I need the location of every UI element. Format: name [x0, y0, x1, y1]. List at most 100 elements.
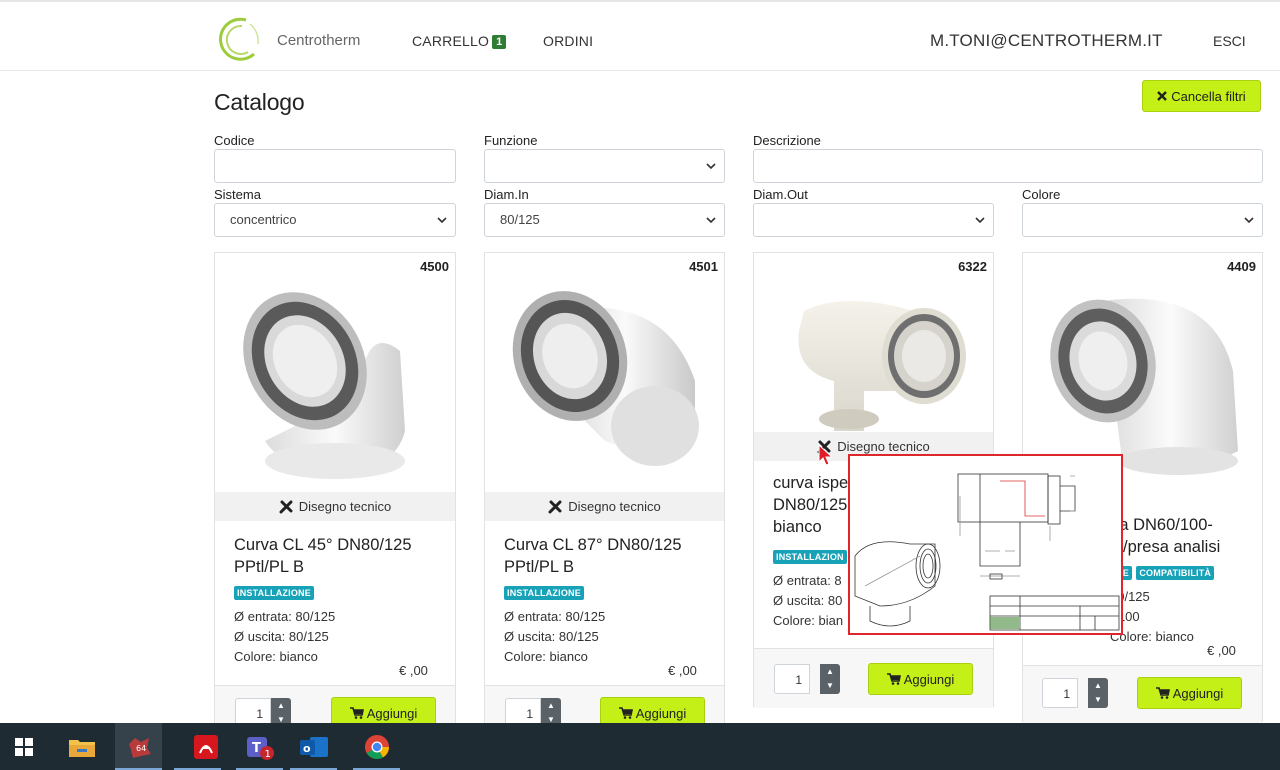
tools-icon	[279, 500, 293, 513]
technical-drawing-label: Disegno tecnico	[298, 499, 392, 514]
spec-color: Colore: bianco	[504, 649, 588, 664]
descrizione-label: Descrizione	[753, 133, 821, 148]
cart-count-badge: 1	[492, 35, 507, 49]
codice-label: Codice	[214, 133, 255, 148]
svg-text:64: 64	[136, 744, 146, 753]
product-name[interactable]: curva ispe DN80/125 bianco	[773, 472, 848, 538]
add-to-cart-button[interactable]: Aggiungi	[868, 663, 973, 695]
product-specs: Ø entrata: 80/125 Ø uscita: 80/125 Color…	[234, 607, 335, 667]
file-explorer-icon[interactable]	[58, 723, 105, 770]
svg-text:1: 1	[264, 749, 270, 760]
diam-in-label: Diam.In	[484, 187, 529, 202]
spec-inlet: Ø entrata: 8	[773, 573, 842, 588]
sistema-label: Sistema	[214, 187, 261, 202]
centrotherm-logo-icon[interactable]	[214, 14, 264, 64]
mouse-pointer-icon	[818, 444, 834, 466]
chevron-down-icon	[437, 217, 447, 224]
product-image[interactable]	[495, 281, 715, 491]
cart-icon	[1155, 687, 1170, 699]
page: Centrotherm CARRELLO 1 ORDINI M.TONI@CENT…	[0, 0, 1280, 770]
acrobat-icon[interactable]	[182, 723, 229, 770]
quantity-stepper[interactable]: ▲ ▼	[1088, 678, 1108, 708]
tag-row: INSTALLAZIONE	[504, 583, 584, 601]
technical-drawing-link[interactable]: Disegno tecnico	[215, 492, 455, 521]
colore-select[interactable]	[1022, 203, 1263, 237]
spec-inlet: Ø entrata: 80/125	[504, 609, 606, 624]
spec-inlet: Ø entrata: 80/125	[234, 609, 336, 624]
product-code: 6322	[958, 259, 987, 274]
category-tag: INSTALLAZION	[773, 550, 847, 564]
product-name-line: Curva CL 87° DN80/125	[504, 536, 682, 554]
spec-outlet: Ø uscita: 80	[773, 593, 843, 608]
quantity-input[interactable]: 1	[1042, 678, 1078, 708]
teams-icon[interactable]: T1	[236, 723, 283, 770]
diam-out-label: Diam.Out	[753, 187, 808, 202]
x-icon	[1157, 91, 1168, 101]
sistema-select[interactable]: concentrico	[214, 203, 456, 237]
nav-cart-link[interactable]: CARRELLO 1	[412, 33, 507, 49]
nav-orders-link[interactable]: ORDINI	[543, 33, 593, 49]
stepper-up-icon[interactable]: ▲	[277, 701, 285, 710]
add-to-cart-label: Aggiungi	[635, 705, 687, 721]
app-icon[interactable]: 64	[115, 723, 162, 770]
clear-filters-button[interactable]: Cancella filtri	[1142, 80, 1261, 112]
brand-name: Centrotherm	[277, 32, 361, 49]
chevron-down-icon	[975, 217, 985, 224]
tag-row: NE COMPATIBILITÀ	[1113, 563, 1215, 581]
codice-input[interactable]	[214, 149, 456, 183]
add-to-cart-button[interactable]: Aggiungi	[1137, 677, 1242, 709]
stepper-down-icon[interactable]: ▼	[1094, 695, 1102, 704]
windows-taskbar: 64 T1 o	[0, 723, 1280, 770]
user-email[interactable]: M.TONI@CENTROTHERM.IT	[930, 31, 1163, 51]
technical-drawing-label: Disegno tecnico	[837, 439, 930, 454]
chrome-icon[interactable]	[353, 723, 400, 770]
funzione-label: Funzione	[484, 133, 538, 148]
nav-cart-label: CARRELLO	[412, 33, 490, 49]
svg-text:T: T	[252, 741, 261, 756]
category-tag: INSTALLAZIONE	[504, 586, 584, 600]
cart-icon	[349, 707, 364, 719]
product-card: 4501 Disegno tecnico Curva CL 87° DN80/1…	[484, 252, 725, 733]
spec-color: Colore: bian	[773, 613, 844, 628]
windows-start-icon[interactable]	[0, 723, 47, 770]
technical-drawing-link[interactable]: Disegno tecnico	[485, 492, 724, 521]
stepper-up-icon[interactable]: ▲	[547, 701, 555, 710]
stepper-up-icon[interactable]: ▲	[826, 667, 834, 676]
stepper-up-icon[interactable]: ▲	[1094, 681, 1102, 690]
product-code: 4501	[689, 259, 718, 274]
cart-icon	[618, 707, 633, 719]
stepper-down-icon[interactable]: ▼	[826, 681, 834, 690]
logout-link[interactable]: ESCI	[1213, 33, 1246, 49]
outlook-icon[interactable]: o	[290, 723, 337, 770]
product-name-line: PPtl/PL B	[504, 558, 575, 576]
funzione-select[interactable]	[484, 149, 725, 183]
product-name[interactable]: Curva CL 87° DN80/125 PPtl/PL B	[504, 534, 682, 578]
technical-drawing-label: Disegno tecnico	[568, 499, 661, 514]
product-name[interactable]: Curva CL 45° DN80/125 PPtl/PL B	[234, 534, 412, 578]
diam-out-select[interactable]	[753, 203, 994, 237]
quantity-stepper[interactable]: ▲ ▼	[820, 664, 840, 694]
tools-icon	[548, 500, 562, 513]
spec-outlet: Ø uscita: 80/125	[504, 629, 599, 644]
top-navbar: Centrotherm CARRELLO 1 ORDINI M.TONI@CENT…	[0, 0, 1280, 71]
cart-icon	[886, 673, 901, 685]
product-specs: Ø entrata: 80/125 Ø uscita: 80/125 Color…	[504, 607, 605, 667]
descrizione-input[interactable]	[753, 149, 1263, 183]
product-name-line: PPtl/PL B	[234, 558, 305, 576]
diam-in-select[interactable]: 80/125	[484, 203, 725, 237]
card-footer: 1 ▲ ▼ Aggiungi	[1023, 665, 1262, 723]
product-image[interactable]	[764, 281, 984, 431]
add-to-cart-label: Aggiungi	[1172, 685, 1224, 701]
technical-drawing-popup[interactable]	[848, 454, 1123, 635]
product-image[interactable]	[225, 281, 445, 491]
category-tag: INSTALLAZIONE	[234, 586, 314, 600]
colore-label: Colore	[1022, 187, 1061, 202]
add-to-cart-label: Aggiungi	[903, 671, 955, 687]
product-name-line: DN80/125	[773, 496, 848, 514]
product-name-line: curva ispe	[773, 474, 849, 492]
product-price: € ,00	[668, 663, 697, 678]
product-card: 4500 Disegno tecnico Curva CL 45° DN80/1…	[214, 252, 456, 733]
add-to-cart-label: Aggiungi	[366, 705, 418, 721]
quantity-input[interactable]: 1	[774, 664, 810, 694]
page-title: Catalogo	[214, 89, 305, 115]
